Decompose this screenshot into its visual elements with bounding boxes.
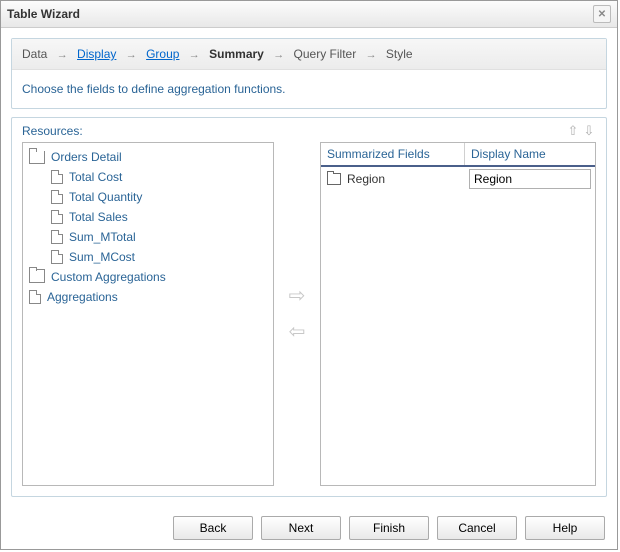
tree-node-orders-detail[interactable]: Orders Detail <box>23 147 273 167</box>
help-button[interactable]: Help <box>525 516 605 540</box>
resources-tree[interactable]: Orders Detail Total Cost Total Quantity … <box>22 142 274 486</box>
wizard-header: Data → Display → Group → Summary → Query… <box>11 38 607 109</box>
titlebar: Table Wizard ✕ <box>1 1 617 28</box>
instruction-text: Choose the fields to define aggregation … <box>12 70 606 108</box>
tree-label: Total Sales <box>69 208 128 226</box>
summarized-fields-table: Summarized Fields Display Name Region <box>320 142 596 486</box>
tree-node-custom-aggregations[interactable]: Custom Aggregations <box>23 267 273 287</box>
breadcrumb-step-group[interactable]: Group <box>146 47 179 61</box>
tree-leaf[interactable]: Total Quantity <box>23 187 273 207</box>
cell-field: Region <box>321 169 465 189</box>
arrow-right-icon: → <box>360 49 383 61</box>
breadcrumb-step-data[interactable]: Data <box>22 47 47 61</box>
tree-leaf[interactable]: Total Sales <box>23 207 273 227</box>
back-button[interactable]: Back <box>173 516 253 540</box>
tree-label: Total Cost <box>69 168 122 186</box>
field-icon <box>51 170 63 184</box>
field-icon <box>51 210 63 224</box>
tree-leaf[interactable]: Sum_MCost <box>23 247 273 267</box>
field-icon <box>51 230 63 244</box>
finish-button[interactable]: Finish <box>349 516 429 540</box>
arrow-right-icon: → <box>267 49 290 61</box>
col-display-name: Display Name <box>465 143 595 165</box>
remove-icon[interactable]: ⇦ <box>289 322 306 342</box>
tree-label: Sum_MTotal <box>69 228 136 246</box>
table-header: Summarized Fields Display Name <box>321 143 595 167</box>
tree-node-aggregations[interactable]: Aggregations <box>23 287 273 307</box>
table-wizard-window: Table Wizard ✕ Data → Display → Group → … <box>0 0 618 550</box>
main-panel: Resources: ⇧ ⇩ Orders Detail Total Cost <box>11 117 607 497</box>
arrow-right-icon: → <box>120 49 143 61</box>
breadcrumb: Data → Display → Group → Summary → Query… <box>12 39 606 70</box>
cancel-button[interactable]: Cancel <box>437 516 517 540</box>
folder-open-icon <box>29 151 45 164</box>
close-icon[interactable]: ✕ <box>593 5 611 23</box>
display-name-input[interactable] <box>469 169 591 189</box>
field-icon <box>29 290 41 304</box>
transfer-buttons: ⇨ ⇦ <box>274 142 320 486</box>
table-row[interactable]: Region <box>321 167 595 191</box>
col-summarized: Summarized Fields <box>321 143 465 165</box>
breadcrumb-step-summary: Summary <box>209 47 264 61</box>
tree-leaf[interactable]: Sum_MTotal <box>23 227 273 247</box>
footer-buttons: Back Next Finish Cancel Help <box>1 507 617 549</box>
tree-label: Custom Aggregations <box>51 268 166 286</box>
cell-field-text: Region <box>347 172 385 186</box>
arrow-right-icon: → <box>183 49 206 61</box>
group-icon <box>327 173 341 185</box>
breadcrumb-step-query-filter[interactable]: Query Filter <box>294 47 357 61</box>
folder-icon <box>29 269 45 283</box>
arrow-right-icon: → <box>51 49 74 61</box>
window-title: Table Wizard <box>7 7 593 21</box>
add-icon[interactable]: ⇨ <box>289 286 306 306</box>
tree-leaf[interactable]: Total Cost <box>23 167 273 187</box>
field-icon <box>51 190 63 204</box>
move-down-icon[interactable]: ⇩ <box>582 124 596 138</box>
next-button[interactable]: Next <box>261 516 341 540</box>
field-icon <box>51 250 63 264</box>
tree-label: Orders Detail <box>51 148 122 166</box>
resources-header-row: Resources: ⇧ ⇩ <box>22 124 596 138</box>
tree-label: Aggregations <box>47 288 118 306</box>
tree-label: Total Quantity <box>69 188 142 206</box>
tree-label: Sum_MCost <box>69 248 135 266</box>
breadcrumb-step-style[interactable]: Style <box>386 47 413 61</box>
breadcrumb-step-display[interactable]: Display <box>77 47 116 61</box>
move-up-icon[interactable]: ⇧ <box>566 124 580 138</box>
cell-display <box>465 167 595 191</box>
resources-label: Resources: <box>22 124 564 138</box>
columns-area: Orders Detail Total Cost Total Quantity … <box>22 142 596 486</box>
table-body: Region <box>321 167 595 485</box>
content-area: Data → Display → Group → Summary → Query… <box>1 28 617 507</box>
